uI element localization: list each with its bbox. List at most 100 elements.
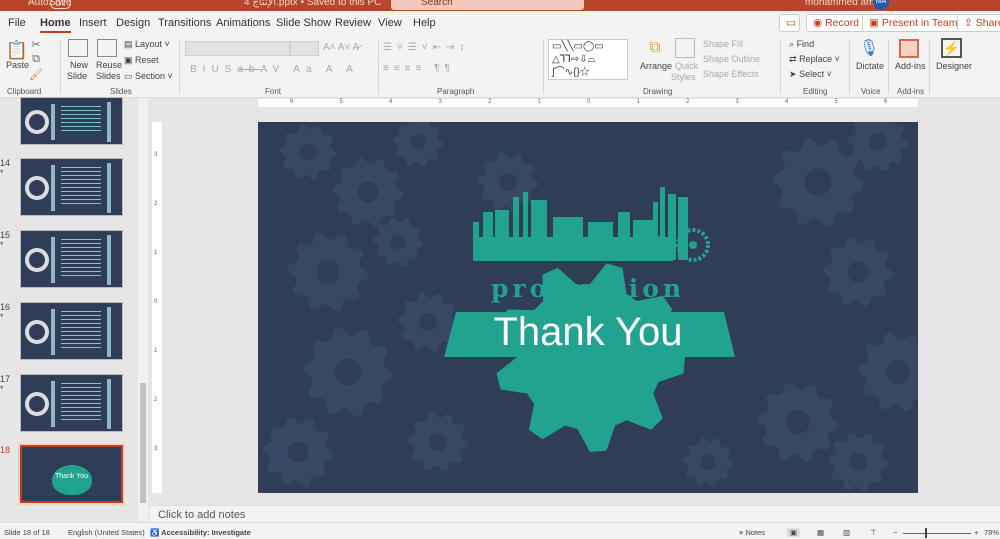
shape-outline-button[interactable]: Shape Outline <box>703 54 760 64</box>
avatar[interactable]: MA <box>873 0 889 10</box>
slide-thumbnail[interactable] <box>20 230 123 288</box>
ruler-tick: 4 <box>389 99 393 105</box>
shapes-gallery[interactable]: ▭╲╲▭◯▭ △⅂⅂⇨⇩⌓ ∫⌒∿{}☆ <box>548 39 628 80</box>
tab-animations[interactable]: Animations <box>216 17 270 29</box>
present-in-teams-button[interactable]: ▣ Present in Teams <box>862 14 970 32</box>
background-gear-hole <box>869 133 887 151</box>
reuse-slides-icon[interactable] <box>97 39 117 57</box>
tab-file[interactable]: File <box>8 17 26 29</box>
accessibility-button[interactable]: ♿ Accessibility: Investigate <box>150 528 251 537</box>
slide-thumbnail[interactable]: Thank You <box>18 443 125 505</box>
divider <box>888 40 889 94</box>
ruler-tick: 1 <box>636 99 640 105</box>
divider <box>849 40 850 94</box>
slide-title[interactable]: Thank You <box>258 310 918 355</box>
background-gear-hole <box>410 134 426 150</box>
dictate-button[interactable]: Dictate <box>856 61 884 71</box>
slide-thumbnail[interactable] <box>20 158 123 216</box>
reset-button[interactable]: ▣ Reset <box>124 55 159 66</box>
scroll-thumb[interactable] <box>140 383 146 503</box>
tab-insert[interactable]: Insert <box>79 17 107 29</box>
new-slide-icon[interactable] <box>68 39 88 57</box>
ruler-tick: 5 <box>339 99 343 105</box>
arrange-button[interactable]: Arrange <box>640 61 672 71</box>
reuse-label-1[interactable]: Reuse <box>96 60 122 70</box>
slide-sorter-icon[interactable]: ▦ <box>817 528 824 537</box>
share-button[interactable]: ⇪ Share <box>957 14 1000 32</box>
reuse-label-2[interactable]: Slides <box>96 71 121 81</box>
find-button[interactable]: ⌕ Find <box>789 39 814 50</box>
add-ins-button[interactable]: Add-ins <box>895 61 926 71</box>
new-slide-label-2[interactable]: Slide <box>67 71 87 81</box>
copy-icon[interactable]: ⧉ <box>30 53 42 65</box>
font-format-buttons[interactable]: BIUSabAV Aa A A <box>190 64 359 75</box>
add-ins-icon[interactable] <box>899 39 919 58</box>
zoom-in-icon[interactable]: + <box>974 528 978 537</box>
zoom-level[interactable]: 78% <box>984 528 999 537</box>
quick-styles-label-2[interactable]: Styles <box>671 72 696 82</box>
slide-subtitle[interactable]: production <box>258 274 918 303</box>
font-size-controls[interactable]: A˄ A˅ A̷ <box>323 42 359 53</box>
zoom-slider-thumb[interactable] <box>925 528 927 538</box>
record-button[interactable]: ◉ Record <box>806 14 866 32</box>
section-button[interactable]: ▭ Section ˅ <box>124 71 173 82</box>
list-buttons[interactable]: ☰˅☰˅⇤⇥↕ <box>383 42 469 53</box>
font-name-select[interactable] <box>185 41 290 56</box>
divider <box>929 40 930 94</box>
comment-icon: ▭ <box>786 17 796 29</box>
quick-styles-icon[interactable] <box>675 38 695 58</box>
file-name[interactable]: الإنتاج 4.pptx • Saved to this PC <box>244 0 381 8</box>
language-indicator[interactable]: English (United States) <box>68 528 145 537</box>
find-label: Find <box>796 39 815 49</box>
slide-thumbnail[interactable] <box>20 374 123 432</box>
quick-styles-label-1[interactable]: Quick <box>675 61 698 71</box>
tab-design[interactable]: Design <box>116 17 150 29</box>
paste-button[interactable]: Paste <box>6 60 29 70</box>
zoom-slider[interactable] <box>903 533 971 534</box>
slide-thumbnails-panel[interactable]: 14 * 15 * 16 * 17 * Thank You 18 <box>0 97 150 506</box>
slideshow-icon[interactable]: ⊤ <box>870 528 877 537</box>
arrange-icon[interactable]: ⧉ <box>645 38 665 58</box>
tab-review[interactable]: Review <box>335 17 371 29</box>
shape-fill-button[interactable]: Shape Fill <box>703 39 743 49</box>
select-button[interactable]: ➤ Select ˅ <box>789 69 832 80</box>
ruler-tick: 0 <box>587 99 591 105</box>
shape-effects-button[interactable]: Shape Effects <box>703 69 759 79</box>
notes-placeholder[interactable]: Click to add notes <box>158 509 245 521</box>
search-box[interactable]: Search <box>391 0 584 10</box>
select-label: Select <box>799 69 825 79</box>
replace-button[interactable]: ⇄ Replace ˅ <box>789 54 840 65</box>
thumbnail-gear <box>25 392 49 416</box>
thumbnail-text <box>61 383 101 421</box>
new-slide-label-1[interactable]: New <box>70 60 88 70</box>
designer-icon[interactable]: ⚡ <box>941 38 962 58</box>
slide-thumbnail[interactable] <box>20 302 123 360</box>
alignment-buttons[interactable]: ≡≡≡≡ ¶¶ <box>383 63 455 74</box>
notes-button[interactable]: ≡ Notes <box>739 528 765 537</box>
tab-home[interactable]: Home <box>40 17 71 33</box>
background-gear-hole <box>804 168 832 196</box>
tab-slide-show[interactable]: Slide Show <box>276 17 331 29</box>
tab-view[interactable]: View <box>378 17 402 29</box>
slide-thumbnail[interactable] <box>20 97 123 145</box>
paste-icon[interactable]: 📋 <box>6 39 28 61</box>
thumbnail-scrollbar[interactable] <box>138 98 148 521</box>
reading-view-icon[interactable]: ▥ <box>843 528 850 537</box>
format-painter-icon[interactable]: 🖌 <box>29 68 43 81</box>
tab-help[interactable]: Help <box>413 17 436 29</box>
ruler-tick: 1 <box>154 348 158 354</box>
autosave-toggle[interactable]: Off <box>50 0 71 9</box>
slide-canvas[interactable]: production Thank You 4 <box>258 122 918 493</box>
layout-button[interactable]: ▤ Layout ˅ <box>124 39 170 50</box>
designer-button[interactable]: Designer <box>936 61 972 71</box>
thumbnail-gear <box>25 110 49 134</box>
tab-transitions[interactable]: Transitions <box>158 17 211 29</box>
normal-view-icon[interactable]: ▣ <box>787 528 801 537</box>
cut-icon[interactable]: ✂ <box>30 38 42 51</box>
comments-button[interactable]: ▭ <box>779 14 800 32</box>
zoom-out-icon[interactable]: − <box>893 528 897 537</box>
notes-pane[interactable]: Click to add notes <box>150 505 1000 522</box>
font-size-select[interactable] <box>290 41 319 56</box>
ribbon-tabs: File Home Insert Design Transitions Anim… <box>0 11 1000 36</box>
microphone-icon[interactable]: 🎙 <box>859 37 879 59</box>
